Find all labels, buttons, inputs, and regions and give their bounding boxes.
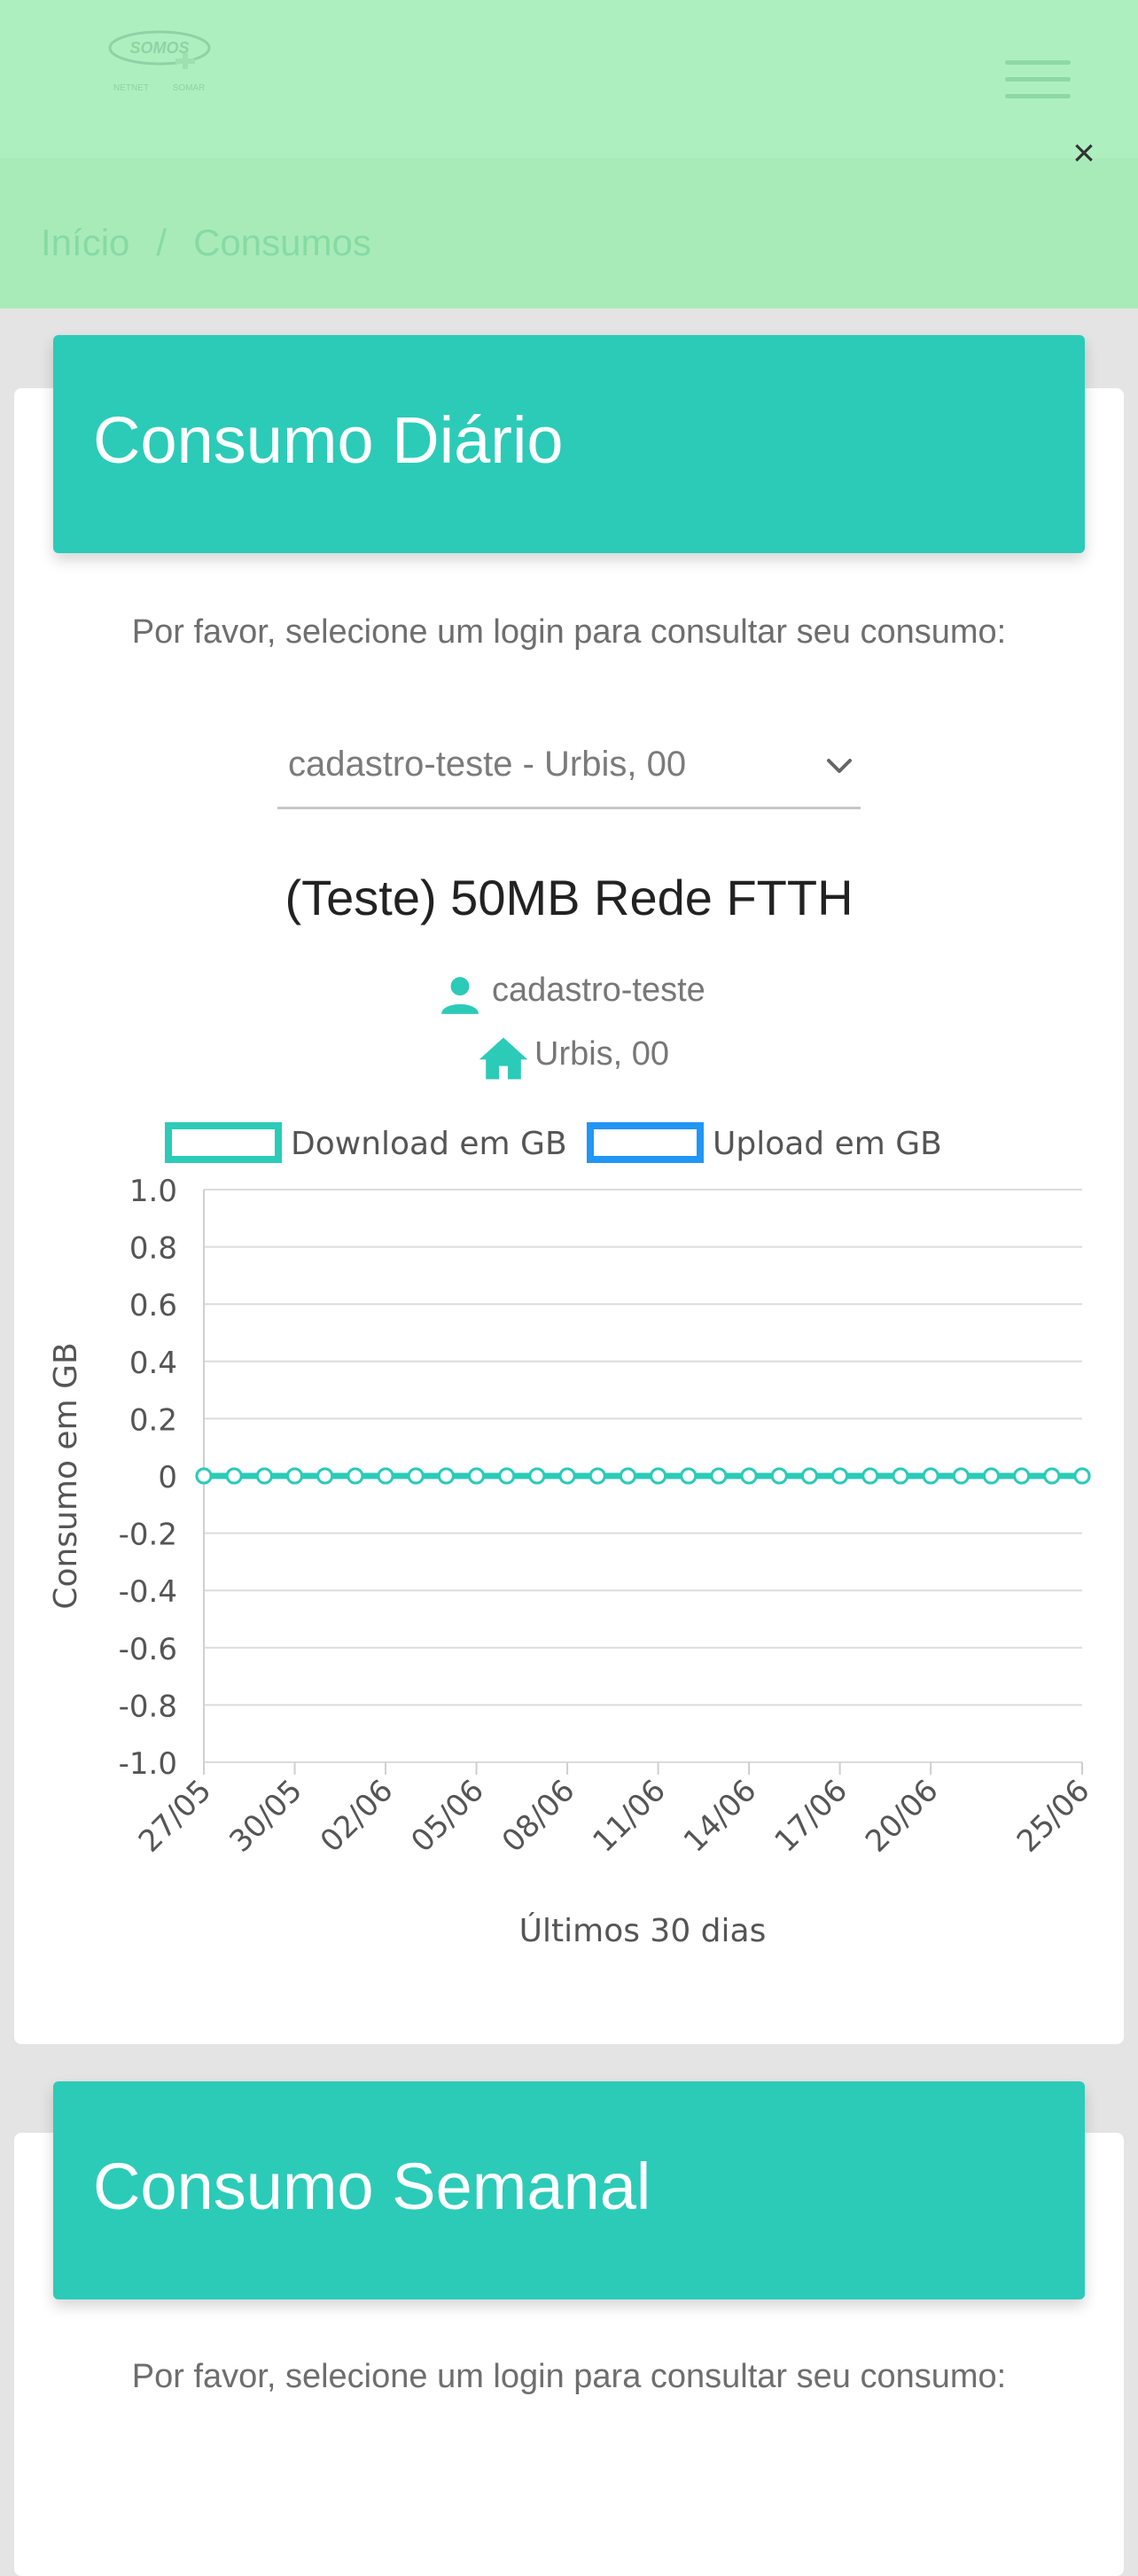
chevron-down-icon [827, 759, 852, 773]
breadcrumb: Início / Consumos [41, 222, 371, 264]
daily-consumption-title: Consumo Diário [93, 403, 564, 477]
svg-text:SOMAR: SOMAR [173, 83, 206, 93]
data-point [952, 1467, 970, 1485]
data-point [286, 1467, 304, 1485]
svg-text:SOMOS: SOMOS [129, 39, 189, 57]
y-tick-label: -1.0 [119, 1746, 177, 1782]
x-tick-label: 20/06 [859, 1773, 946, 1860]
close-icon[interactable]: × [1064, 133, 1104, 174]
breadcrumb-separator: / [156, 222, 168, 263]
data-point [861, 1467, 879, 1485]
user-login: cadastro-teste [492, 972, 705, 1009]
login-select-value: cadastro-teste - Urbis, 00 [288, 745, 687, 784]
y-tick-label: -0.4 [119, 1574, 177, 1610]
data-point [1073, 1467, 1091, 1485]
data-point [831, 1467, 849, 1485]
y-tick-label: -0.6 [119, 1632, 177, 1667]
y-tick-label: -0.2 [119, 1518, 177, 1553]
data-point [770, 1467, 788, 1485]
y-tick-label: 0.4 [129, 1346, 177, 1381]
y-tick-label: 1.0 [129, 1174, 177, 1209]
x-tick-label: 08/06 [495, 1773, 582, 1860]
y-tick-label: 0 [158, 1460, 177, 1495]
data-point [1013, 1467, 1031, 1485]
data-point [377, 1467, 394, 1485]
x-tick-label: 05/06 [404, 1773, 491, 1860]
x-tick-label: 30/05 [222, 1773, 309, 1860]
svg-text:NETNET: NETNET [113, 83, 149, 93]
daily-consumption-chart: 1.0 0.8 0.6 0.4 0.2 0 -0.2 -0.4 -0.6 -0.8 -1.027/0… [48, 1122, 1097, 1949]
legend-swatch [165, 1122, 282, 1163]
y-axis-title: Consumo em GB [48, 1342, 84, 1609]
y-tick-label: -0.8 [119, 1689, 177, 1724]
hamburger-icon[interactable] [1005, 60, 1071, 99]
x-tick-label: 02/06 [314, 1773, 401, 1860]
daily-consumption-header: Consumo Diário [53, 335, 1085, 553]
brand-logo[interactable]: SOMOS NETNET SOMAR [105, 27, 220, 101]
data-point [680, 1467, 698, 1485]
breadcrumb-current: Consumos [193, 222, 371, 263]
data-point [740, 1467, 758, 1485]
data-point [316, 1467, 334, 1485]
x-axis-title: Últimos 30 dias [519, 1912, 767, 1949]
data-point [558, 1467, 576, 1485]
y-tick-label: 0.6 [129, 1288, 177, 1323]
legend-label: Download em GB [291, 1126, 567, 1162]
legend-label: Upload em GB [713, 1126, 942, 1162]
x-tick-label: 25/06 [1010, 1773, 1097, 1860]
home-icon [479, 1037, 528, 1080]
x-tick-label: 17/06 [768, 1773, 854, 1860]
person-icon [441, 977, 479, 1014]
plan-name: (Teste) 50MB Rede FTTH [284, 870, 854, 925]
data-point [255, 1467, 273, 1485]
weekly-consumption-title: Consumo Semanal [93, 2150, 651, 2223]
data-point [1043, 1467, 1061, 1485]
data-point [468, 1467, 486, 1485]
legend-swatch [587, 1122, 704, 1163]
data-point [195, 1467, 213, 1485]
data-point [407, 1467, 425, 1485]
login-select-hint: Por favor, selecione um login para consu… [131, 613, 1007, 651]
weekly-consumption-header: Consumo Semanal [53, 2081, 1085, 2299]
data-point [347, 1467, 364, 1485]
data-point [922, 1467, 939, 1485]
user-address: Urbis, 00 [534, 1035, 670, 1073]
data-point [982, 1467, 1000, 1485]
data-point [710, 1467, 728, 1485]
data-point [892, 1467, 909, 1485]
data-point [800, 1467, 818, 1485]
data-point [619, 1467, 636, 1485]
weekly-login-select-hint: Por favor, selecione um login para consu… [131, 2358, 1007, 2395]
x-tick-label: 27/05 [132, 1773, 219, 1860]
data-point [437, 1467, 455, 1485]
data-point [498, 1467, 516, 1485]
login-select[interactable]: cadastro-teste - Urbis, 00 [277, 732, 861, 809]
y-tick-label: 0.8 [129, 1231, 177, 1267]
y-tick-label: 0.2 [129, 1402, 177, 1438]
x-tick-label: 11/06 [586, 1773, 673, 1860]
data-point [650, 1467, 667, 1485]
x-tick-label: 14/06 [677, 1773, 764, 1860]
breadcrumb-home-link[interactable]: Início [41, 222, 129, 263]
data-point [588, 1467, 606, 1485]
data-point [528, 1467, 546, 1485]
data-point [225, 1467, 243, 1485]
